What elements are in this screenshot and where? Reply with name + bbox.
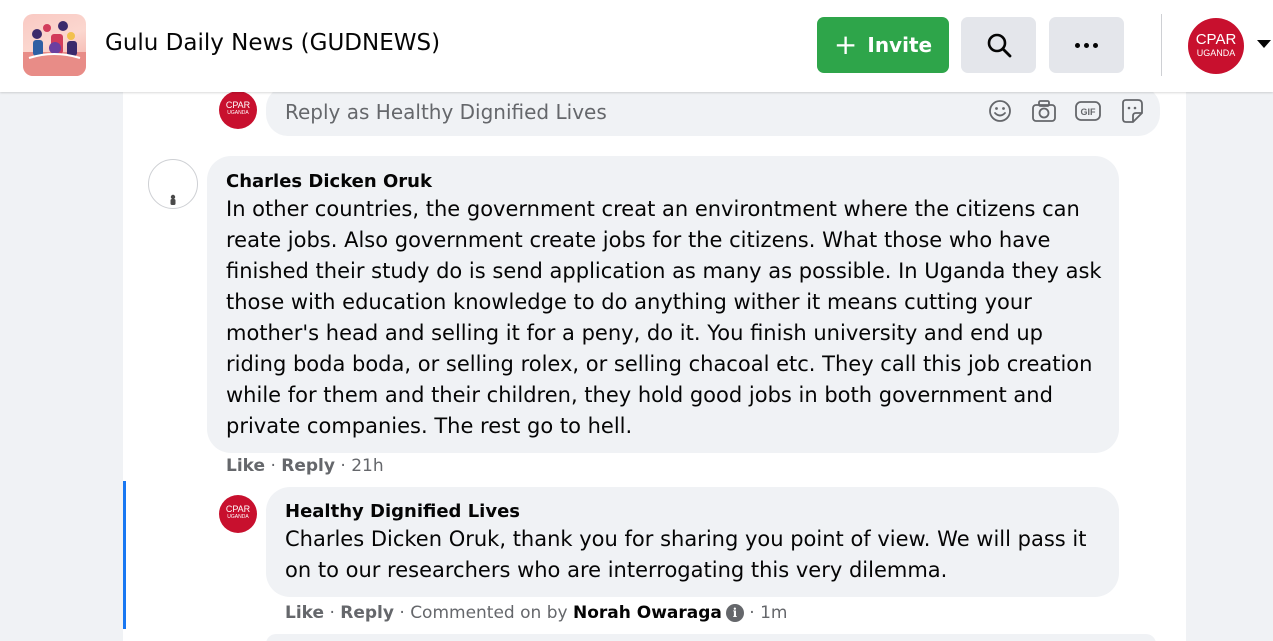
thread-highlight-line xyxy=(123,481,126,629)
profile-avatar-text: CPAR xyxy=(1195,31,1237,48)
commented-on-by-label: Commented on by xyxy=(410,603,568,623)
plus-icon: + xyxy=(833,28,858,61)
reply-author-avatar[interactable]: CPAR UGANDA xyxy=(219,495,257,533)
reply-author[interactable]: Healthy Dignified Lives xyxy=(285,501,520,522)
reply-input[interactable]: Reply as Healthy Dignified Lives GIF xyxy=(266,86,1160,136)
profile-avatar-subtext: UGANDA xyxy=(1196,48,1236,58)
reply-timestamp[interactable]: 1m xyxy=(760,603,787,623)
reply-text: Charles Dicken Oruk, thank you for shari… xyxy=(285,527,1087,582)
reply-bubble: Healthy Dignified Lives Charles Dicken O… xyxy=(266,487,1119,597)
comment-timestamp[interactable]: 21h xyxy=(351,456,383,476)
comment-actions: Like · Reply · 21h xyxy=(226,456,384,476)
commenter-name[interactable]: Norah Owaraga xyxy=(573,603,722,623)
reply-placeholder: Reply as Healthy Dignified Lives xyxy=(285,100,607,124)
search-button[interactable] xyxy=(961,17,1036,73)
composer-avatar-text: CPAR xyxy=(225,100,251,110)
reply-avatar-text: CPAR xyxy=(225,504,251,514)
like-link[interactable]: Like xyxy=(285,603,324,623)
svg-text:GIF: GIF xyxy=(1081,107,1097,117)
group-illustration-icon xyxy=(23,21,86,76)
camera-icon[interactable] xyxy=(1030,97,1058,125)
account-menu-caret-icon[interactable] xyxy=(1257,40,1271,48)
reply-link[interactable]: Reply xyxy=(281,456,335,476)
next-comment-bubble xyxy=(266,634,1156,641)
reply-actions: Like · Reply · Commented on by Norah Owa… xyxy=(285,603,788,623)
comment-text: In other countries, the government creat… xyxy=(226,197,1102,438)
header-divider xyxy=(1161,14,1162,76)
group-name[interactable]: Gulu Daily News (GUDNEWS) xyxy=(105,30,440,56)
more-options-button[interactable] xyxy=(1049,17,1124,73)
comment-bubble: Charles Dicken Oruk In other countries, … xyxy=(207,156,1119,453)
info-icon[interactable]: i xyxy=(725,604,744,622)
search-icon xyxy=(987,33,1011,58)
composer-avatar-subtext: UGANDA xyxy=(227,110,249,116)
reply-link[interactable]: Reply xyxy=(340,603,394,623)
profile-avatar[interactable]: CPAR UGANDA xyxy=(1188,18,1244,74)
comment-author[interactable]: Charles Dicken Oruk xyxy=(226,171,432,192)
person-silhouette-icon xyxy=(170,194,176,205)
reply-avatar-subtext: UGANDA xyxy=(227,514,249,520)
more-horizontal-icon xyxy=(1075,42,1098,48)
invite-label: Invite xyxy=(867,33,933,57)
group-header: Gulu Daily News (GUDNEWS) + Invite CPAR … xyxy=(0,0,1273,92)
group-cover-thumbnail[interactable] xyxy=(23,14,86,76)
gif-icon[interactable]: GIF xyxy=(1074,97,1102,125)
like-link[interactable]: Like xyxy=(226,456,265,476)
commenter-avatar[interactable] xyxy=(148,159,198,209)
invite-button[interactable]: + Invite xyxy=(817,17,949,73)
composer-avatar: CPAR UGANDA xyxy=(219,91,257,129)
sticker-icon[interactable] xyxy=(1118,97,1146,125)
emoji-icon[interactable] xyxy=(986,97,1014,125)
